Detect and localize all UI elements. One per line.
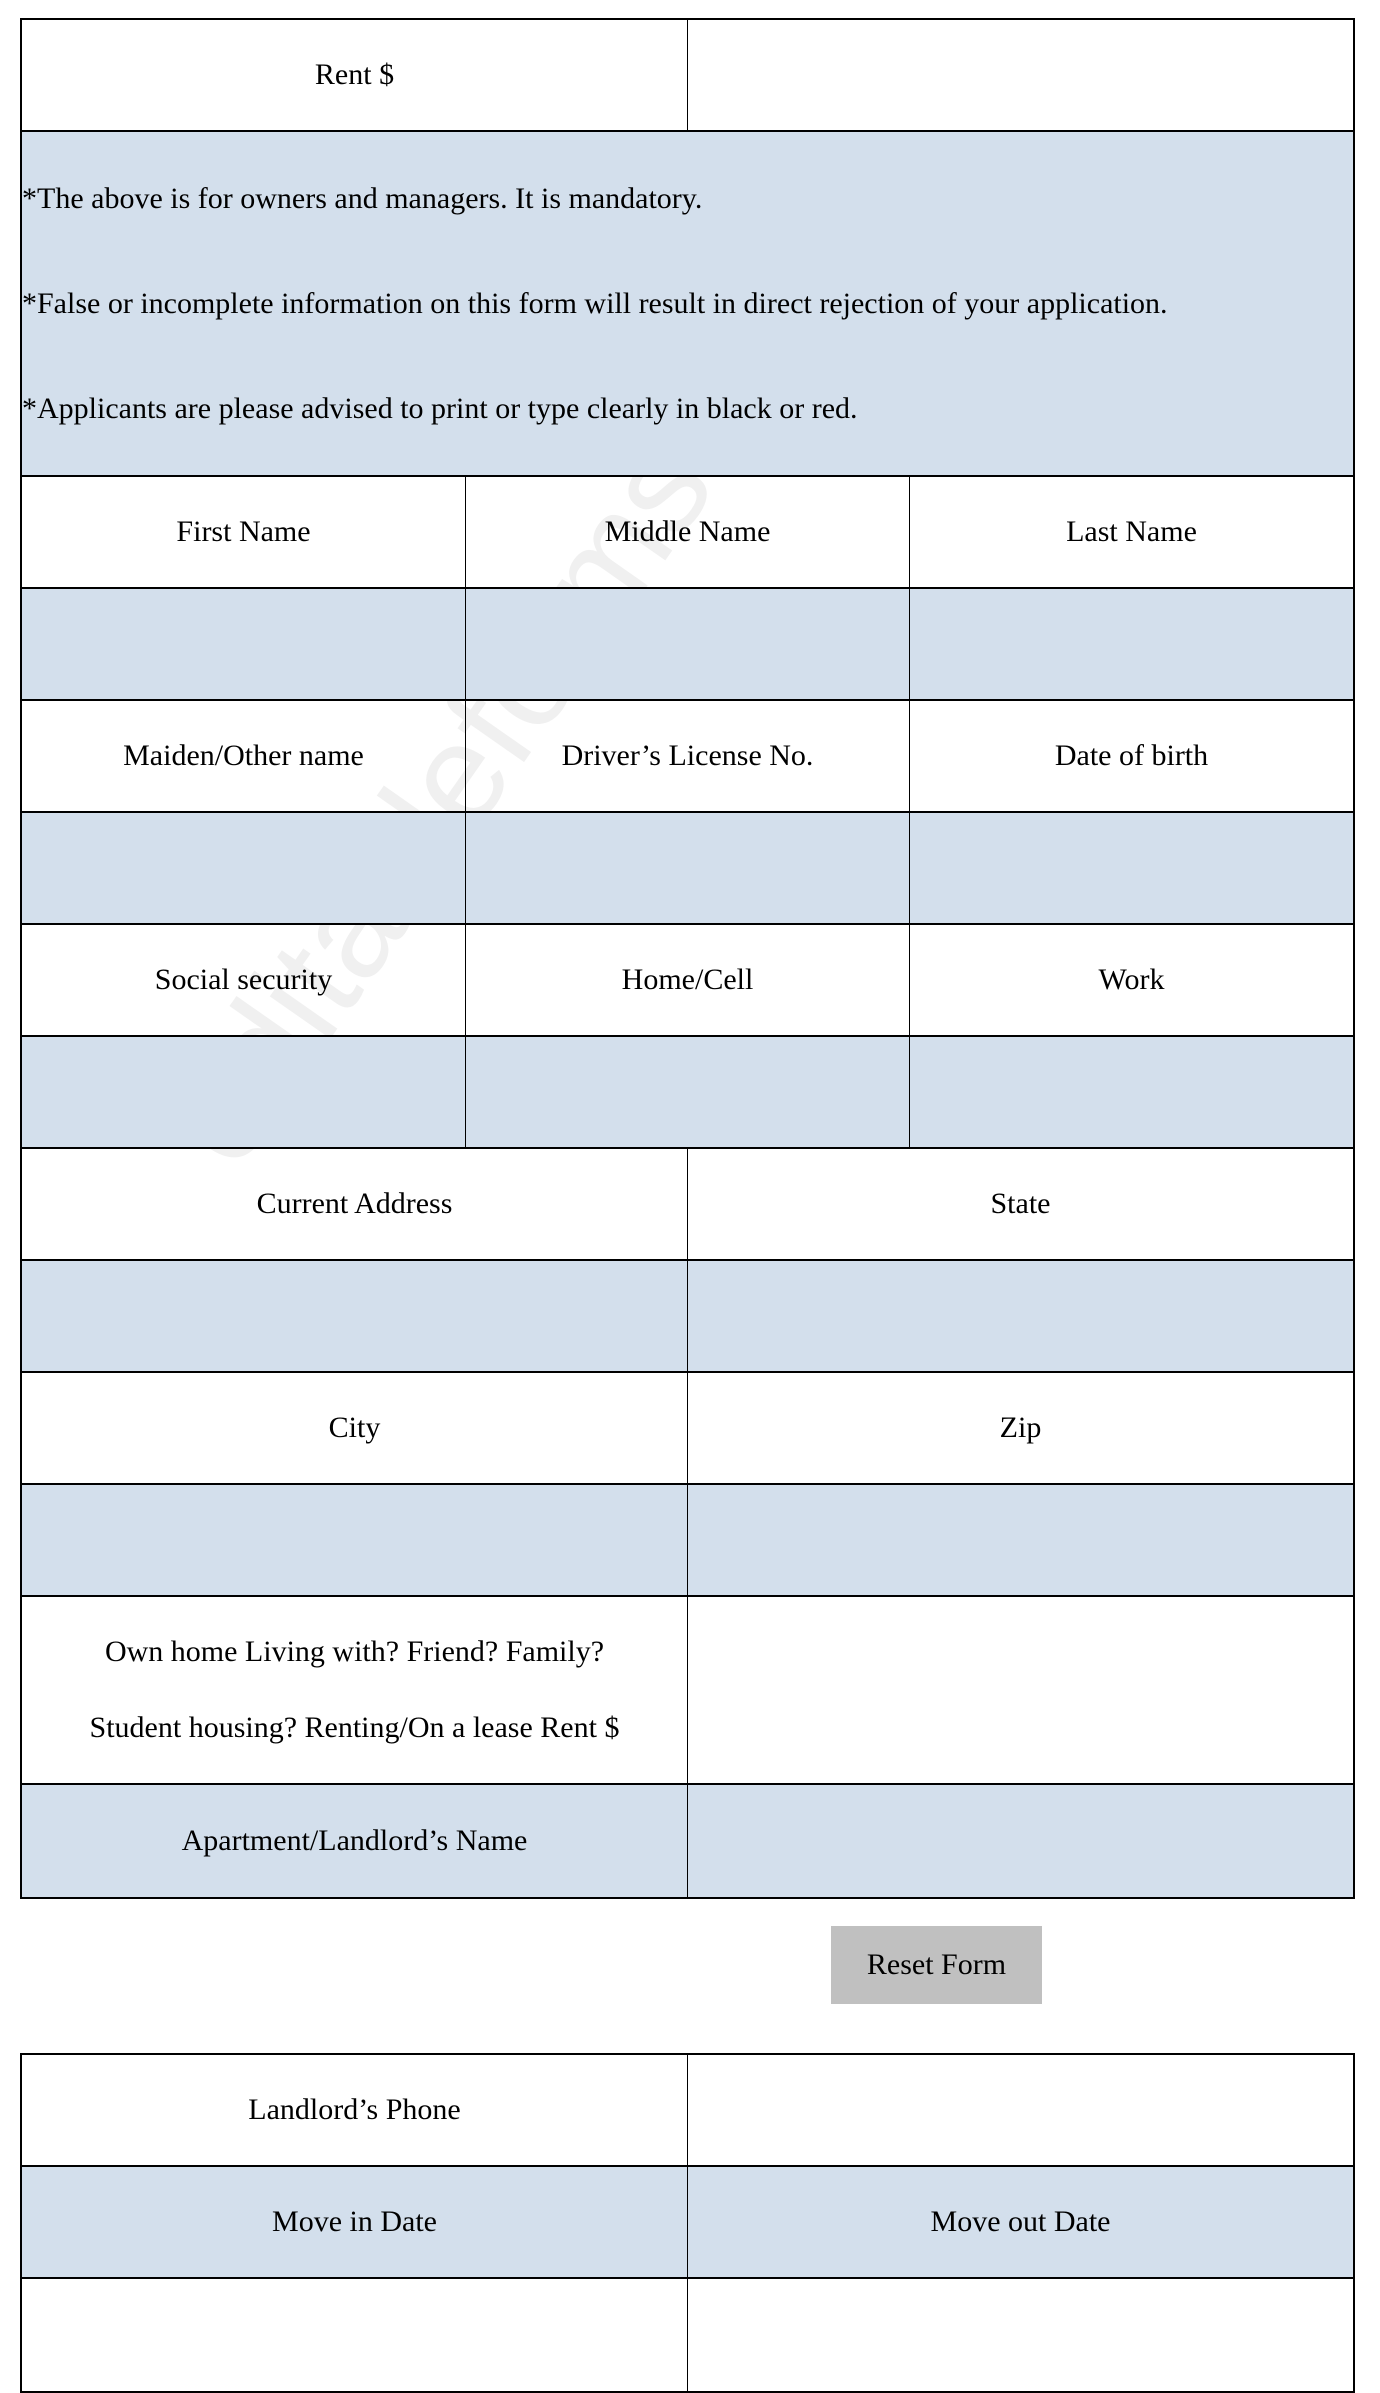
- reset-form-button[interactable]: Reset Form: [831, 1926, 1042, 2004]
- application-form-table: Rent $ *The above is for owners and mana…: [20, 18, 1355, 1899]
- living-situation-input[interactable]: [686, 1597, 1355, 1783]
- home-cell-field[interactable]: [466, 1036, 909, 1148]
- zip-label: Zip: [999, 1411, 1042, 1444]
- living-situation-field[interactable]: [686, 1597, 1355, 1783]
- city-label: City: [22, 1373, 688, 1483]
- last-name-input[interactable]: [910, 588, 1353, 700]
- city-field[interactable]: [22, 1484, 687, 1596]
- note-1: *The above is for owners and managers. I…: [22, 181, 703, 215]
- landlord-name-field[interactable]: [688, 1784, 1353, 1898]
- move-in-input[interactable]: [22, 2278, 688, 2392]
- ssn-input[interactable]: [22, 1036, 466, 1148]
- move-out-field[interactable]: [688, 2278, 1353, 2392]
- landlord-phone-input[interactable]: [688, 2054, 1353, 2166]
- state-field[interactable]: [688, 1260, 1353, 1372]
- work-label: Work: [1098, 963, 1165, 996]
- living-situation-label: Own home Living with? Friend? Family? St…: [22, 1597, 688, 1783]
- dob-field[interactable]: [910, 812, 1353, 924]
- notes-section: *The above is for owners and managers. I…: [22, 132, 1353, 477]
- first-name-label: First Name: [22, 477, 466, 587]
- landlord-phone-label: Landlord’s Phone: [22, 2055, 688, 2165]
- landlord-name-input[interactable]: [688, 1784, 1353, 1898]
- zip-input[interactable]: [688, 1484, 1353, 1596]
- city-input[interactable]: [22, 1484, 688, 1596]
- zip-field[interactable]: [688, 1484, 1353, 1596]
- move-out-input[interactable]: [688, 2278, 1353, 2392]
- dob-input[interactable]: [910, 812, 1353, 924]
- rent-input[interactable]: [688, 19, 1353, 131]
- rent-label: Rent $: [22, 20, 688, 130]
- living-line-2: Student housing? Renting/On a lease Rent…: [89, 1711, 620, 1744]
- middle-name-input[interactable]: [466, 588, 910, 700]
- current-address-input[interactable]: [22, 1260, 688, 1372]
- landlord-table: Landlord’s Phone Move in Date Move out D…: [20, 2053, 1355, 2393]
- last-name-field[interactable]: [910, 588, 1353, 700]
- home-cell-label: Home/Cell: [466, 925, 910, 1035]
- rent-field[interactable]: [688, 19, 1353, 131]
- ssn-label: Social security: [22, 925, 466, 1035]
- note-2: *False or incomplete information on this…: [22, 286, 1168, 320]
- first-name-input[interactable]: [22, 588, 466, 700]
- drivers-license-field[interactable]: [466, 812, 909, 924]
- first-name-field[interactable]: [22, 588, 465, 700]
- current-address-field[interactable]: [22, 1260, 687, 1372]
- maiden-name-field[interactable]: [22, 812, 465, 924]
- state-input[interactable]: [688, 1260, 1353, 1372]
- landlord-phone-field[interactable]: [688, 2054, 1353, 2166]
- living-line-1: Own home Living with? Friend? Family?: [104, 1635, 605, 1668]
- current-address-label: Current Address: [22, 1149, 688, 1259]
- dob-label: Date of birth: [1054, 739, 1209, 772]
- middle-name-label: Middle Name: [466, 477, 910, 587]
- move-out-label: Move out Date: [930, 2205, 1111, 2238]
- maiden-name-label: Maiden/Other name: [22, 701, 466, 811]
- state-label: State: [990, 1187, 1051, 1220]
- drivers-license-input[interactable]: [466, 812, 910, 924]
- move-in-field[interactable]: [22, 2278, 687, 2392]
- work-input[interactable]: [910, 1036, 1353, 1148]
- move-in-label: Move in Date: [22, 2167, 688, 2277]
- drivers-license-label: Driver’s License No.: [466, 701, 910, 811]
- landlord-name-label: Apartment/Landlord’s Name: [22, 1785, 688, 1897]
- middle-name-field[interactable]: [466, 588, 909, 700]
- work-field[interactable]: [910, 1036, 1353, 1148]
- note-3: *Applicants are please advised to print …: [22, 391, 858, 425]
- ssn-field[interactable]: [22, 1036, 465, 1148]
- maiden-name-input[interactable]: [22, 812, 466, 924]
- home-cell-input[interactable]: [466, 1036, 910, 1148]
- last-name-label: Last Name: [1066, 515, 1197, 548]
